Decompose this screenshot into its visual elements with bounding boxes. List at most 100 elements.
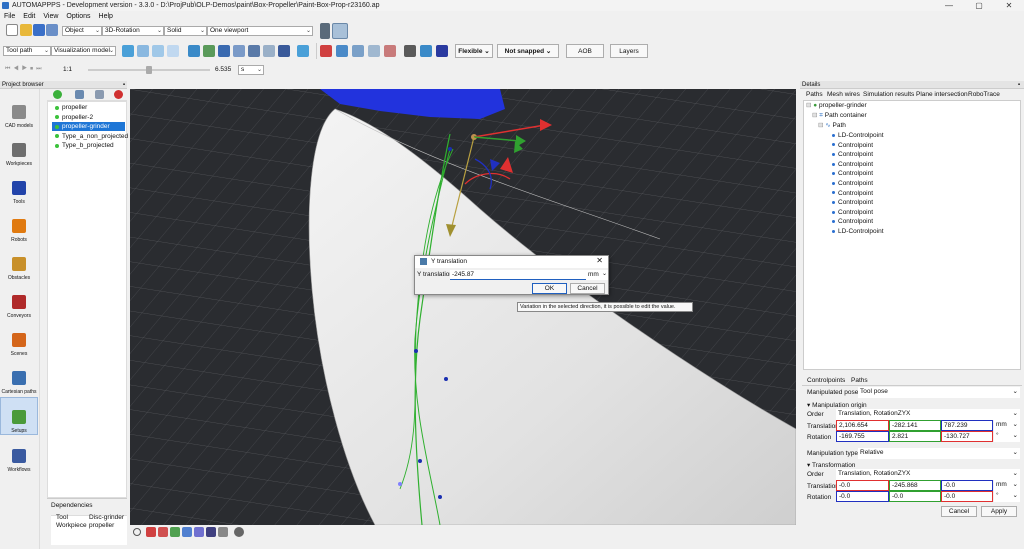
transformation-order-dropdown[interactable]: Translation, RotationZYX ⌄ xyxy=(836,469,1020,480)
view-top-icon[interactable] xyxy=(194,527,204,537)
view-right-icon[interactable] xyxy=(182,527,192,537)
select-mode-dropdown[interactable]: Object ⌄ xyxy=(62,26,102,36)
tree-controlpoint[interactable]: Controlpoint xyxy=(832,198,873,208)
dialog-unit-dropdown[interactable]: mm ⌄ xyxy=(586,270,608,280)
workflows-button[interactable]: Workflows xyxy=(0,435,38,473)
tree-controlpoint[interactable]: Controlpoint xyxy=(832,169,873,179)
tree-controlpoint[interactable]: Controlpoint xyxy=(832,150,873,160)
list-item[interactable]: Type_b_projected xyxy=(52,141,114,150)
tree-controlpoint[interactable]: Controlpoint xyxy=(832,141,873,151)
tree-controlpoint[interactable]: LD-Controlpoint xyxy=(832,131,884,141)
tab-paths-sub[interactable]: Paths xyxy=(851,377,868,384)
layers-button[interactable]: Layers xyxy=(610,44,648,58)
point-tool-6-icon[interactable] xyxy=(404,45,416,57)
tree-controlpoint[interactable]: Controlpoint xyxy=(832,160,873,170)
manipulation-origin-section[interactable]: ▾ Manipulation origin xyxy=(807,401,867,409)
speed-ratio[interactable]: 1:1 xyxy=(63,66,72,73)
point-tool-2-icon[interactable] xyxy=(336,45,348,57)
view-left-icon[interactable] xyxy=(170,527,180,537)
path-tool-5-icon[interactable] xyxy=(188,45,200,57)
tree-controlpoint[interactable]: LD-Controlpoint xyxy=(832,227,884,237)
point-tool-5-icon[interactable] xyxy=(384,45,396,57)
origin-translation-y[interactable]: -282.141 xyxy=(889,420,941,431)
3d-scene[interactable] xyxy=(130,89,796,525)
obstacles-button[interactable]: Obstacles xyxy=(0,243,38,281)
path-tool-2-icon[interactable] xyxy=(137,45,149,57)
path-tool-4-icon[interactable] xyxy=(167,45,179,57)
view-iso-icon[interactable] xyxy=(218,527,228,537)
path-tool-1-icon[interactable] xyxy=(122,45,134,57)
camera-icon[interactable] xyxy=(234,527,244,537)
setups-button[interactable]: Setups xyxy=(0,397,38,435)
dialog-cancel-button[interactable]: Cancel xyxy=(570,283,605,294)
tool-cylinder-icon[interactable] xyxy=(436,45,448,57)
tab-robotrace[interactable]: RoboTrace xyxy=(968,91,1000,98)
menu-options[interactable]: Options xyxy=(62,13,94,20)
origin-translation-unit[interactable]: mm ⌄ xyxy=(994,420,1020,431)
path-tool-7-icon[interactable] xyxy=(218,45,230,57)
close-button[interactable]: ✕ xyxy=(994,0,1024,11)
layout-icon[interactable] xyxy=(320,23,330,39)
manipulation-type-dropdown[interactable]: Relative ⌄ xyxy=(858,448,1020,459)
list-item-selected[interactable]: propeller-grinder xyxy=(52,122,125,131)
save-setup-icon[interactable] xyxy=(75,90,84,99)
tools-button[interactable]: Tools xyxy=(0,167,38,205)
robots-button[interactable]: Robots xyxy=(0,205,38,243)
tree-path-container[interactable]: ⊟ ⌗ Path container xyxy=(812,111,867,121)
view-back-icon[interactable] xyxy=(158,527,168,537)
viewport-dropdown[interactable]: One viewport ⌄ xyxy=(207,26,313,36)
path-tool-10-icon[interactable] xyxy=(263,45,275,57)
controlpoint[interactable] xyxy=(438,495,442,499)
point-tool-7-icon[interactable] xyxy=(420,45,432,57)
path-tool-11-icon[interactable] xyxy=(278,45,290,57)
menu-view[interactable]: View xyxy=(39,13,62,20)
origin-translation-z[interactable]: 787.239 xyxy=(941,420,993,431)
list-item[interactable]: propeller-2 xyxy=(52,113,93,122)
time-unit-dropdown[interactable]: s ⌄ xyxy=(238,65,264,75)
aob-button[interactable]: AOB xyxy=(566,44,604,58)
menu-edit[interactable]: Edit xyxy=(19,13,39,20)
point-tool-3-icon[interactable] xyxy=(352,45,364,57)
tree-controlpoint[interactable]: Controlpoint xyxy=(832,179,873,189)
manipulator-dropdown[interactable]: 3D-Rotation ⌄ xyxy=(102,26,164,36)
menu-help[interactable]: Help xyxy=(95,13,117,20)
visualization-model-dropdown[interactable]: Visualization model ⌄ xyxy=(51,46,116,56)
transformation-rotation-z[interactable]: -0.0 xyxy=(941,491,993,502)
origin-rotation-unit[interactable]: ° ⌄ xyxy=(994,431,1020,442)
controlpoint[interactable] xyxy=(448,147,452,151)
tool-path-dropdown[interactable]: Tool path ⌄ xyxy=(3,46,51,56)
tree-root[interactable]: ⊟ ● propeller-grinder xyxy=(806,101,867,111)
shading-dropdown[interactable]: Solid ⌄ xyxy=(164,26,207,36)
point-tool-1-icon[interactable] xyxy=(320,45,332,57)
origin-rotation-z[interactable]: -130.727 xyxy=(941,431,993,442)
not-snapped-dropdown[interactable]: Not snapped ⌄ xyxy=(497,44,559,58)
tab-paths[interactable]: Paths xyxy=(806,91,823,98)
dialog-close-icon[interactable]: ✕ xyxy=(596,256,603,265)
dialog-ok-button[interactable]: OK xyxy=(532,283,567,294)
origin-rotation-x[interactable]: -169.755 xyxy=(836,431,889,442)
origin-order-dropdown[interactable]: Translation, RotationZYX ⌄ xyxy=(836,409,1020,420)
workpieces-button[interactable]: Workpieces xyxy=(0,129,38,167)
menu-file[interactable]: File xyxy=(0,13,19,20)
manipulated-pose-dropdown[interactable]: Tool pose ⌄ xyxy=(858,387,1020,398)
controlpoint[interactable] xyxy=(398,482,402,486)
3d-viewport[interactable] xyxy=(130,89,796,525)
transformation-section[interactable]: ▾ Transformation xyxy=(807,461,855,469)
transformation-rotation-x[interactable]: -0.0 xyxy=(836,491,889,502)
playback-controls[interactable]: ⏮◀▶⏹⏭ xyxy=(5,66,59,74)
transformation-translation-x[interactable]: -0.0 xyxy=(836,480,889,491)
tree-path[interactable]: ⊟ ∿ Path xyxy=(818,121,846,131)
add-icon[interactable] xyxy=(53,90,62,99)
cartesian-paths-button[interactable]: Cartesian paths xyxy=(0,357,38,395)
transformation-rotation-y[interactable]: -0.0 xyxy=(889,491,941,502)
tab-plane-intersection[interactable]: Plane intersection xyxy=(916,91,968,98)
tree-controlpoint[interactable]: Controlpoint xyxy=(832,189,873,199)
new-file-icon[interactable] xyxy=(6,24,18,36)
point-tool-4-icon[interactable] xyxy=(368,45,380,57)
path-tool-8-icon[interactable] xyxy=(233,45,245,57)
maximize-button[interactable]: ▢ xyxy=(964,0,994,11)
minimize-button[interactable]: — xyxy=(934,0,964,11)
flexible-dropdown[interactable]: Flexible ⌄ xyxy=(455,44,493,58)
controlpoint[interactable] xyxy=(418,459,422,463)
tab-simulation-results[interactable]: Simulation results xyxy=(863,91,914,98)
